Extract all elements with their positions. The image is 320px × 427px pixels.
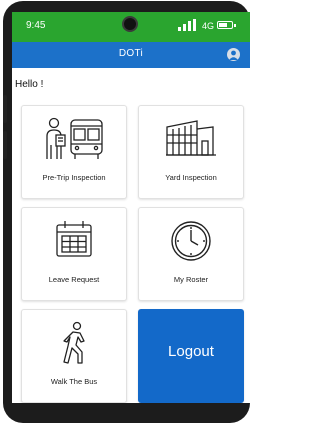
phone-frame: 9:45 4G DOTi Hello ! Pre-Trip Inspection… xyxy=(3,1,250,423)
building-icon xyxy=(166,120,216,156)
logout-tile[interactable]: Logout xyxy=(138,309,244,403)
app-title: DOTi xyxy=(118,48,144,59)
app-bar: DOTi xyxy=(12,42,250,68)
status-time: 9:45 xyxy=(26,20,46,31)
camera-icon xyxy=(122,16,138,32)
walking-person-icon xyxy=(63,321,85,364)
leave-request-tile[interactable]: Leave Request xyxy=(21,207,127,301)
walk-the-bus-tile[interactable]: Walk The Bus xyxy=(21,309,127,403)
clock-icon xyxy=(171,221,211,261)
volume-down-button xyxy=(3,131,7,159)
network-type: 4G xyxy=(202,21,215,31)
yard-inspection-tile[interactable]: Yard Inspection xyxy=(138,105,244,199)
tile-label: Yard Inspection xyxy=(165,173,217,182)
signal-icon xyxy=(178,19,196,31)
tile-label: Leave Request xyxy=(48,275,100,284)
status-bar: 9:45 4G xyxy=(12,12,250,42)
my-roster-tile[interactable]: My Roster xyxy=(138,207,244,301)
tile-label: Pre-Trip Inspection xyxy=(42,173,106,182)
calendar-icon xyxy=(56,221,92,257)
volume-up-button xyxy=(3,95,7,123)
pre-trip-inspection-tile[interactable]: Pre-Trip Inspection xyxy=(21,105,127,199)
tile-label: My Roster xyxy=(173,275,209,284)
driver-bus-icon xyxy=(46,117,103,159)
battery-icon xyxy=(217,21,236,29)
logout-label: Logout xyxy=(168,343,214,360)
greeting-text: Hello ! xyxy=(15,79,44,90)
tile-label: Walk The Bus xyxy=(50,377,98,386)
profile-avatar-icon[interactable] xyxy=(227,48,240,61)
screen: 9:45 4G DOTi Hello ! Pre-Trip Inspection… xyxy=(12,12,250,403)
